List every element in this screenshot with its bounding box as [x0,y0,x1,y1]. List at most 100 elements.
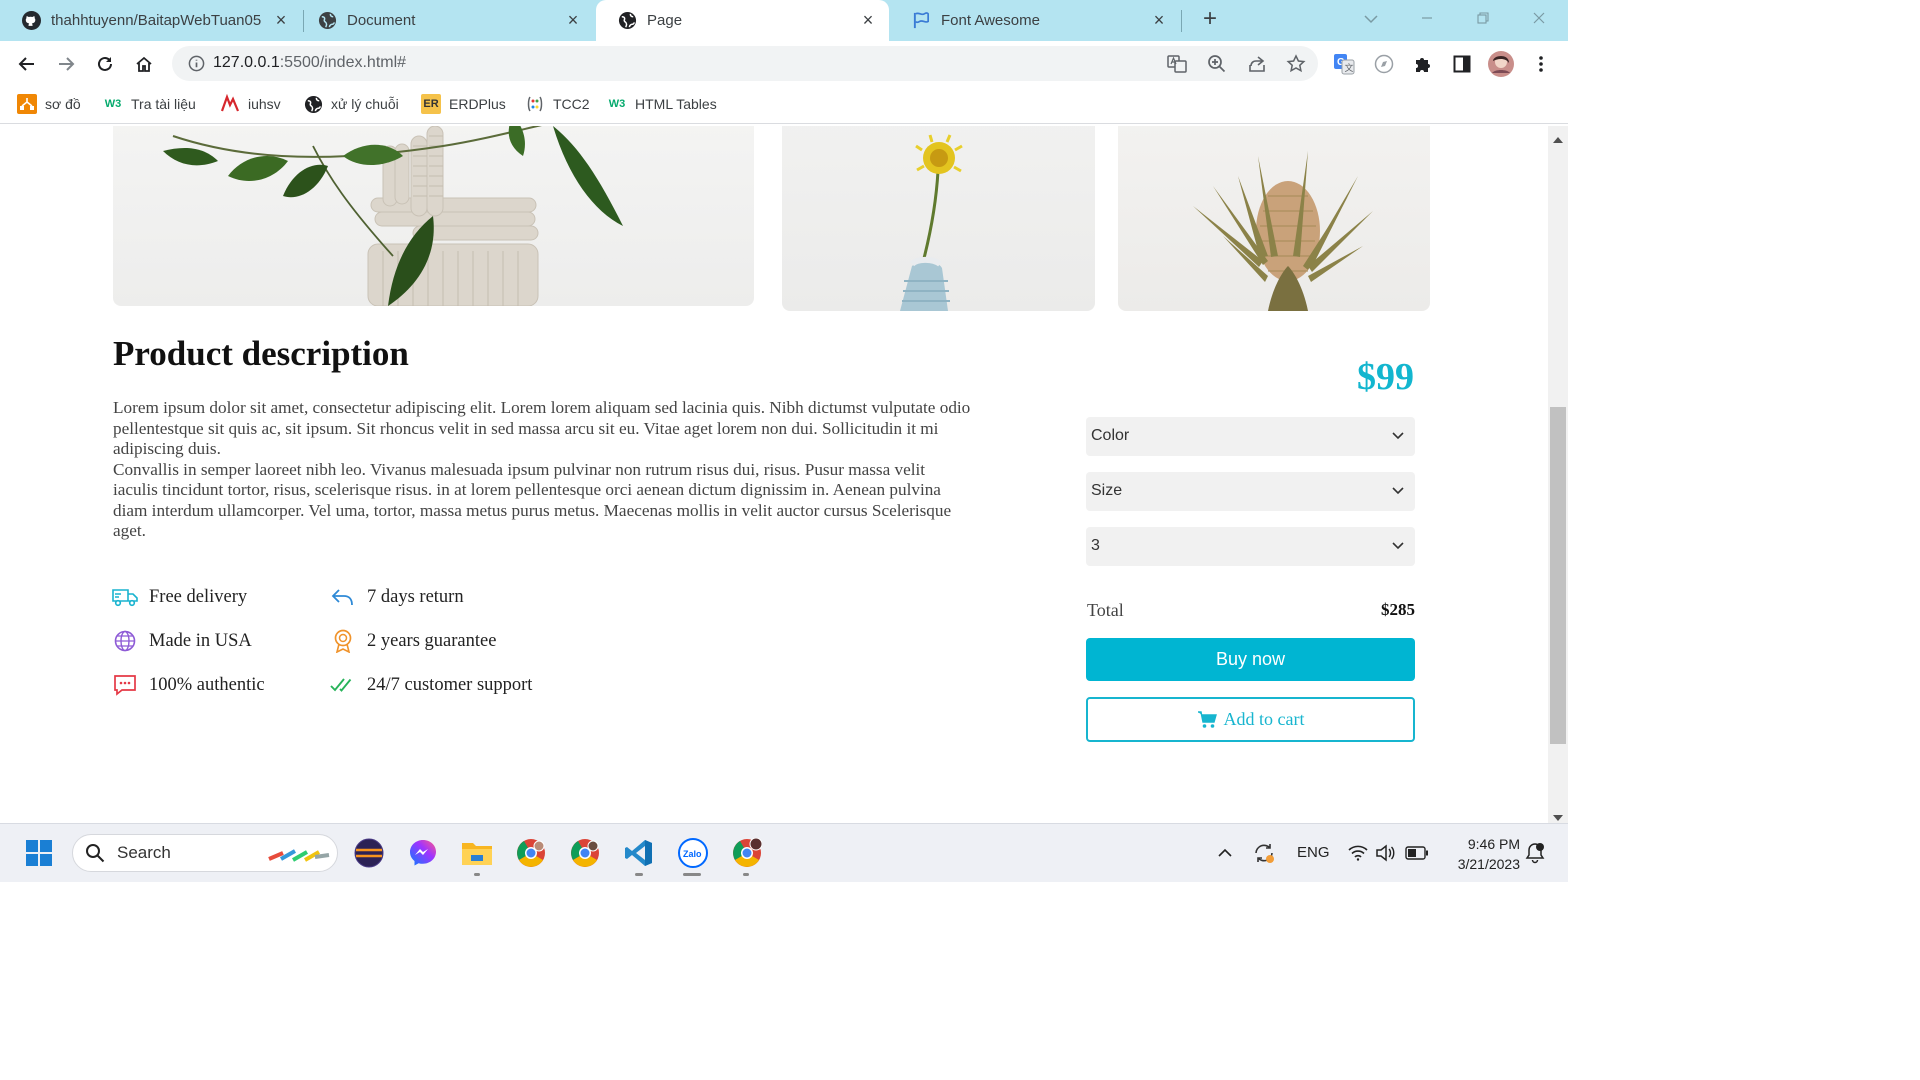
window-close-button[interactable] [1524,8,1554,32]
flag-icon [912,11,931,30]
bookmark-so-do[interactable]: sơ đồ [17,93,81,115]
size-select[interactable]: Size [1086,472,1415,511]
quantity-select-value: 3 [1091,537,1100,554]
add-to-cart-button[interactable]: Add to cart [1086,697,1415,742]
share-icon[interactable] [1247,54,1267,79]
restore-button[interactable] [1468,8,1498,32]
bookmark-iuhsv[interactable]: iuhsv [220,93,281,115]
tcc2-icon [525,94,545,114]
bookmark-xu-ly-chuoi[interactable]: xử lý chuỗi [303,93,399,115]
bookmark-tcc2[interactable]: TCC2 [525,93,590,115]
windows-taskbar: Search Zalo ENG 9:46 PM 3/21/2023 [0,823,1568,882]
clock-date: 3/21/2023 [1457,856,1520,872]
bookmark-star-icon[interactable] [1286,54,1306,79]
windows-start-icon[interactable] [22,836,56,870]
battery-icon[interactable] [1400,836,1434,870]
total-label: Total [1087,600,1124,620]
product-description-text: Lorem ipsum dolor sit amet, consectetur … [113,398,973,542]
buy-now-button[interactable]: Buy now [1086,638,1415,681]
profile-avatar[interactable] [1488,51,1514,77]
chevron-down-icon [1392,428,1404,442]
bookmark-html-tables[interactable]: W3 HTML Tables [607,93,717,115]
chrome-profile-2-icon[interactable] [568,836,602,870]
eclipse-app-icon[interactable] [352,836,386,870]
feature-label: 2 years guarantee [367,630,497,651]
translate-icon[interactable] [1167,54,1187,79]
extensions-puzzle-icon[interactable] [1410,51,1436,77]
page-scrollbar[interactable] [1548,126,1568,823]
vscode-app-icon[interactable] [622,836,656,870]
bookmark-erdplus[interactable]: ER ERDPlus [421,93,506,115]
feature-label: Free delivery [149,586,248,607]
tab-title: Page [647,12,683,29]
chat-icon [112,674,138,696]
feature-label: 7 days return [367,586,464,607]
reload-button[interactable] [92,51,118,77]
quantity-select[interactable]: 3 [1086,527,1415,566]
truck-icon [112,586,138,608]
sync-status-icon[interactable] [1247,836,1281,870]
file-explorer-icon[interactable] [460,836,494,870]
close-icon[interactable]: × [859,11,877,29]
info-icon[interactable] [188,55,205,77]
double-check-icon [330,674,356,696]
app-running-indicator [683,873,701,876]
iuh-logo-icon [220,94,240,114]
tray-overflow-chevron-icon[interactable] [1208,836,1242,870]
search-icon [85,843,105,863]
chrome-active-icon[interactable] [730,836,764,870]
close-icon[interactable]: × [564,11,582,29]
browser-menu-icon[interactable] [1528,51,1554,77]
notification-bell-icon[interactable] [1518,836,1552,870]
product-image-flower[interactable] [782,126,1095,311]
award-icon [330,629,356,653]
close-icon[interactable]: × [1150,11,1168,29]
zoom-icon[interactable] [1207,54,1227,79]
scroll-down-arrow-icon[interactable] [1552,809,1564,821]
globe-icon [112,630,138,652]
address-bar[interactable]: 127.0.0.1:5500/index.html# [172,46,1318,81]
tab-page[interactable]: Page × [596,0,889,41]
compass-extension-icon[interactable] [1371,51,1397,77]
product-description-heading: Product description [113,334,409,373]
chrome-profile-1-icon[interactable] [514,836,548,870]
color-select[interactable]: Color [1086,417,1415,456]
taskbar-clock[interactable]: 9:46 PM 3/21/2023 [1440,834,1520,874]
diagram-app-icon [17,94,37,114]
app-running-indicator [743,873,749,876]
bookmark-label: Tra tài liệu [131,96,196,112]
total-value: $285 [1381,600,1415,619]
zalo-app-icon[interactable]: Zalo [676,836,710,870]
forward-button[interactable] [53,51,79,77]
return-arrow-icon [330,586,356,608]
product-image-dried-flower[interactable] [1118,126,1430,311]
tab-font-awesome[interactable]: Font Awesome × [890,0,1180,41]
feature-label: Made in USA [149,630,252,651]
globe-icon [618,11,637,30]
w3schools-icon: W3 [608,98,626,110]
google-translate-extension-icon[interactable]: G文 [1331,51,1357,77]
search-placeholder: Search [117,843,171,862]
scroll-up-arrow-icon[interactable] [1552,131,1564,143]
back-button[interactable] [14,51,40,77]
browser-toolbar: 127.0.0.1:5500/index.html# G文 [0,41,1568,86]
close-icon[interactable]: × [272,11,290,29]
tab-search-chevron-icon[interactable] [1356,8,1386,32]
bookmark-label: HTML Tables [635,96,717,112]
scrollbar-thumb[interactable] [1550,407,1566,744]
language-indicator[interactable]: ENG [1297,844,1330,861]
bookmark-tra-tai-lieu[interactable]: W3 Tra tài liệu [103,93,196,115]
taskbar-search-box[interactable]: Search [72,834,338,872]
new-tab-button[interactable]: + [1198,7,1222,32]
svg-text:Zalo: Zalo [683,849,702,859]
volume-icon[interactable] [1368,836,1402,870]
side-panel-icon[interactable] [1449,51,1475,77]
minimize-button[interactable] [1412,8,1442,32]
tab-document[interactable]: Document × [296,0,594,41]
messenger-app-icon[interactable] [406,836,440,870]
product-image-main[interactable] [113,126,754,306]
tab-github[interactable]: thahhtuyenn/BaitapWebTuan05 × [0,0,302,41]
tab-separator [1181,10,1182,32]
home-button[interactable] [131,51,157,77]
feature-made-in-usa: Made in USA [112,630,252,652]
